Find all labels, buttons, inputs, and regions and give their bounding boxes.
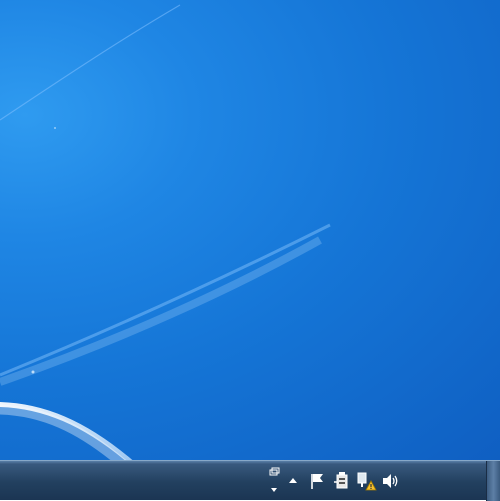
show-hidden-icons-arrow-icon[interactable] — [286, 473, 300, 489]
power-battery-icon[interactable] — [332, 470, 352, 492]
volume-speaker-icon[interactable] — [380, 470, 402, 492]
wallpaper-light-streaks — [0, 4, 331, 460]
taskbar — [0, 460, 500, 501]
clock[interactable] — [408, 465, 482, 497]
show-desktop-button[interactable] — [486, 461, 500, 501]
action-center-flag-icon[interactable] — [308, 471, 328, 491]
network-warning-icon[interactable] — [356, 470, 378, 492]
restore-windows-icon[interactable] — [266, 467, 282, 495]
desktop-background — [0, 0, 500, 460]
